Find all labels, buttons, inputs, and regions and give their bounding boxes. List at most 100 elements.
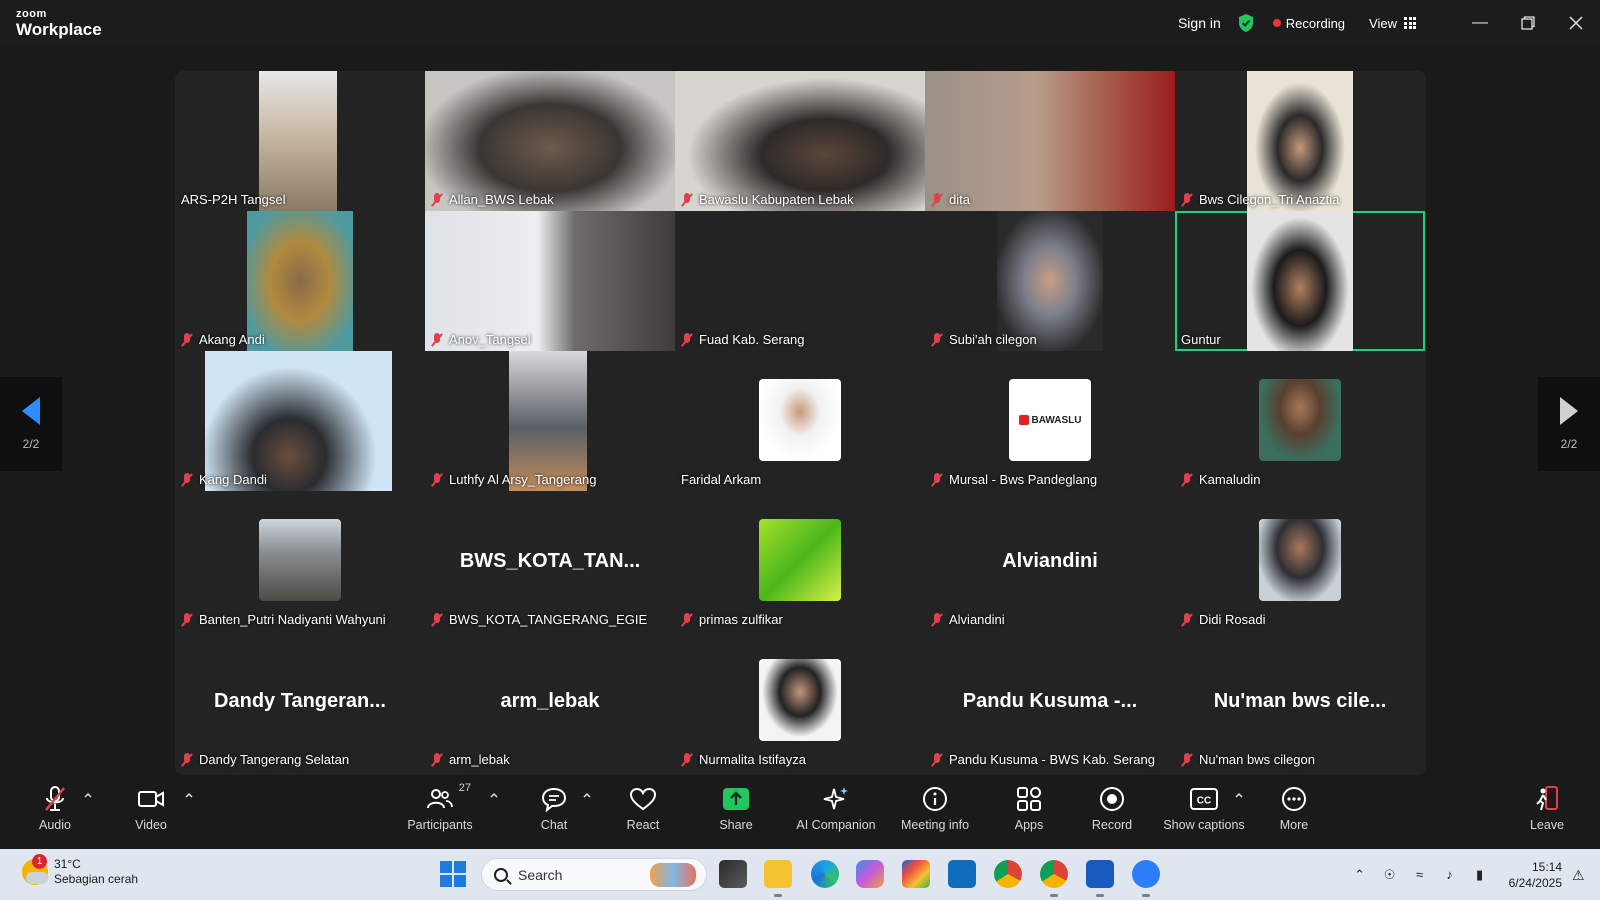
leave-button[interactable]: Leave xyxy=(1507,784,1587,844)
edge-browser-icon[interactable] xyxy=(811,860,839,888)
chat-options-chevron-icon[interactable] xyxy=(582,790,592,800)
muted-mic-icon xyxy=(1181,752,1193,767)
notification-bell-icon[interactable]: ⚠ xyxy=(1572,867,1586,883)
task-view-icon[interactable] xyxy=(719,860,747,888)
audio-options-chevron-icon[interactable] xyxy=(83,790,93,800)
muted-mic-icon xyxy=(931,472,943,487)
participant-tile[interactable]: ARS-P2H Tangsel xyxy=(175,71,425,211)
participant-tile[interactable]: Kang Dandi xyxy=(175,351,425,491)
participant-tile[interactable]: Bawaslu Kabupaten Lebak xyxy=(675,71,925,211)
participant-name: Akang Andi xyxy=(181,332,265,347)
wifi-icon[interactable]: ≈ xyxy=(1412,867,1428,882)
weather-widget[interactable]: 1 31°C Sebagian cerah xyxy=(22,854,138,887)
participant-name: Luthfy Al Arsy_Tangerang xyxy=(431,472,596,487)
participant-tile[interactable]: Kamaludin xyxy=(1175,351,1425,491)
sign-in-link[interactable]: Sign in xyxy=(1178,15,1221,31)
previous-page-button[interactable]: 2/2 xyxy=(0,377,62,471)
volume-icon[interactable]: ♪ xyxy=(1442,867,1458,882)
participant-name: primas zulfikar xyxy=(681,612,783,627)
outlook-icon[interactable] xyxy=(948,860,976,888)
participant-tile[interactable]: Dandy Tangeran... Dandy Tangerang Selata… xyxy=(175,631,425,771)
file-explorer-icon[interactable] xyxy=(764,860,792,888)
restore-button[interactable] xyxy=(1504,0,1552,46)
video-options-chevron-icon[interactable] xyxy=(184,790,194,800)
copilot-icon[interactable] xyxy=(856,860,884,888)
view-button[interactable]: View xyxy=(1369,16,1416,31)
restore-icon xyxy=(1521,16,1535,30)
zoom-app-icon[interactable] xyxy=(1132,860,1160,888)
participant-video xyxy=(425,211,675,351)
view-label: View xyxy=(1369,15,1397,31)
show-captions-button[interactable]: CC Show captions xyxy=(1163,784,1245,844)
participants-options-chevron-icon[interactable] xyxy=(489,790,499,800)
participant-name: Banten_Putri Nadiyanti Wahyuni xyxy=(181,612,386,627)
start-button[interactable] xyxy=(440,861,466,887)
participant-video xyxy=(509,351,587,491)
muted-mic-icon xyxy=(181,332,193,347)
chrome-profile-icon[interactable] xyxy=(1040,860,1068,888)
network-status-icon[interactable]: ☉ xyxy=(1382,867,1398,882)
participant-name: Fuad Kab. Serang xyxy=(681,332,805,347)
participant-tile[interactable]: Bws Cilegon_Tri Anaztia xyxy=(1175,71,1425,211)
brand-workplace: Workplace xyxy=(16,20,102,39)
participant-tile[interactable]: Banten_Putri Nadiyanti Wahyuni xyxy=(175,491,425,631)
participant-tile[interactable]: Allan_BWS Lebak xyxy=(425,71,675,211)
muted-mic-icon xyxy=(431,472,443,487)
participant-tile[interactable]: Fuad Kab. Serang xyxy=(675,211,925,351)
participant-name: arm_lebak xyxy=(431,752,510,767)
clock[interactable]: 15:14 6/24/2025 xyxy=(1509,859,1562,891)
participants-button[interactable]: 27 Participants xyxy=(400,782,480,844)
participant-name: Alviandini xyxy=(931,612,1005,627)
react-button[interactable]: React xyxy=(603,784,683,844)
taskbar-search[interactable]: Search xyxy=(481,858,707,891)
record-button[interactable]: Record xyxy=(1072,784,1152,844)
participant-video xyxy=(1247,71,1353,211)
participant-tile[interactable]: Didi Rosadi xyxy=(1175,491,1425,631)
encryption-shield-icon[interactable] xyxy=(1237,13,1255,33)
participant-tile[interactable]: Faridal Arkam xyxy=(675,351,925,491)
ai-companion-button[interactable]: AI Companion xyxy=(795,784,877,844)
participant-tile[interactable]: dita xyxy=(925,71,1175,211)
participant-tile[interactable]: BWS_KOTA_TAN... BWS_KOTA_TANGERANG_EGIE xyxy=(425,491,675,631)
recording-indicator[interactable]: Recording xyxy=(1272,16,1345,31)
apps-button[interactable]: Apps xyxy=(989,784,1069,844)
logo-text: BAWASLU xyxy=(1031,414,1082,426)
muted-mic-icon xyxy=(681,752,693,767)
partly-sunny-icon: 1 xyxy=(22,854,48,885)
participant-tile[interactable]: Nu'man bws cile... Nu'man bws cilegon xyxy=(1175,631,1425,771)
battery-icon[interactable]: ▮ xyxy=(1472,867,1488,882)
logo-mark-icon xyxy=(1018,415,1029,425)
participant-tile[interactable]: Akang Andi xyxy=(175,211,425,351)
weather-temperature: 31°C xyxy=(54,857,81,871)
minimize-button[interactable]: — xyxy=(1456,0,1504,46)
more-button[interactable]: More xyxy=(1254,784,1334,844)
captions-options-chevron-icon[interactable] xyxy=(1234,790,1244,800)
participant-tile[interactable]: Subi'ah cilegon xyxy=(925,211,1175,351)
share-button[interactable]: Share xyxy=(696,784,776,844)
participant-tile[interactable]: arm_lebak arm_lebak xyxy=(425,631,675,771)
title-bar: zoom Workplace Sign in Recording View — xyxy=(0,0,1600,46)
meeting-stage: 2/2 2/2 ARS-P2H Tangsel Allan_BWS Lebak … xyxy=(0,46,1600,776)
participant-video xyxy=(1247,211,1353,351)
chrome-icon[interactable] xyxy=(994,860,1022,888)
participant-tile[interactable]: BAWASLU Mursal - Bws Pandeglang xyxy=(925,351,1175,491)
participant-tile[interactable]: Luthfy Al Arsy_Tangerang xyxy=(425,351,675,491)
close-button[interactable] xyxy=(1552,0,1600,46)
participant-tile[interactable]: primas zulfikar xyxy=(675,491,925,631)
info-icon xyxy=(920,784,950,814)
participant-tile[interactable]: Alviandini Alviandini xyxy=(925,491,1175,631)
active-speaker-tile[interactable]: Guntur xyxy=(1175,211,1425,351)
participant-tile[interactable]: Pandu Kusuma -... Pandu Kusuma - BWS Kab… xyxy=(925,631,1175,771)
video-button[interactable]: Video xyxy=(111,784,191,844)
word-icon[interactable] xyxy=(1086,860,1114,888)
closed-captions-icon: CC xyxy=(1189,784,1219,814)
participant-tile[interactable]: Nurmalita Istifayza xyxy=(675,631,925,771)
ai-companion-label: AI Companion xyxy=(796,818,876,832)
participant-tile[interactable]: Anov_Tangsel xyxy=(425,211,675,351)
next-page-button[interactable]: 2/2 xyxy=(1538,377,1600,471)
system-tray: ⌃ ☉ ≈ ♪ ▮ 15:14 6/24/2025 ⚠ xyxy=(1345,849,1586,900)
microsoft-store-icon[interactable] xyxy=(902,860,930,888)
chevron-up-icon[interactable]: ⌃ xyxy=(1352,867,1368,882)
meeting-info-button[interactable]: Meeting info xyxy=(895,784,975,844)
muted-mic-icon xyxy=(931,332,943,347)
